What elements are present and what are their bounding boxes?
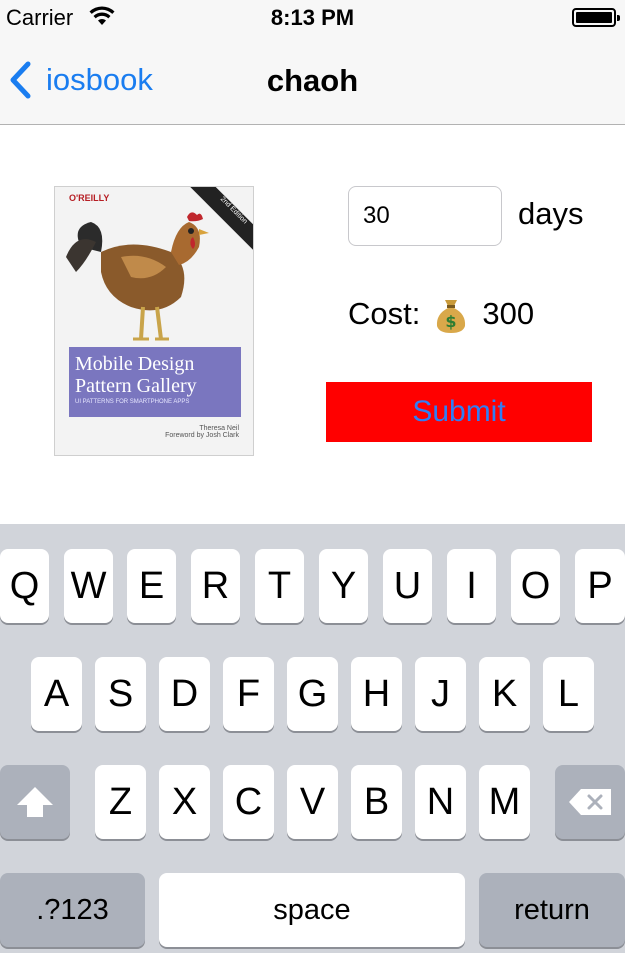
key-y[interactable]: Y	[319, 549, 368, 623]
key-v[interactable]: V	[287, 765, 338, 839]
key-g[interactable]: G	[287, 657, 338, 731]
key-d[interactable]: D	[159, 657, 210, 731]
key-b[interactable]: B	[351, 765, 402, 839]
book-subtitle: UI PATTERNS FOR SMARTPHONE APPS	[75, 399, 190, 405]
svg-text:$: $	[446, 312, 457, 331]
navigation-bar: iosbook chaoh	[0, 36, 625, 125]
key-l[interactable]: L	[543, 657, 594, 731]
delete-icon	[569, 789, 611, 815]
key-o[interactable]: O	[511, 549, 560, 623]
status-bar: Carrier 8:13 PM	[0, 0, 625, 36]
book-publisher: O'REILLY	[69, 193, 110, 203]
keyboard: Q W E R T Y U I O P A S D F G H J K L Z …	[0, 524, 625, 953]
key-s[interactable]: S	[95, 657, 146, 731]
book-foreword: Foreword by Josh Clark	[165, 432, 239, 439]
book-cover-image: O'REILLY 2nd Edition Mobile Design Patte…	[54, 186, 254, 456]
key-m[interactable]: M	[479, 765, 530, 839]
key-u[interactable]: U	[383, 549, 432, 623]
book-author: Theresa Neil	[199, 425, 239, 432]
key-j[interactable]: J	[415, 657, 466, 731]
days-label: days	[518, 196, 584, 231]
days-input[interactable]	[348, 186, 502, 246]
cost-label: Cost:	[348, 296, 421, 331]
shift-key[interactable]	[0, 765, 70, 839]
numbers-key[interactable]: .?123	[0, 873, 145, 947]
key-x[interactable]: X	[159, 765, 210, 839]
key-z[interactable]: Z	[95, 765, 146, 839]
key-w[interactable]: W	[64, 549, 113, 623]
key-p[interactable]: P	[575, 549, 625, 623]
numbers-key-label: .?123	[36, 893, 109, 926]
key-e[interactable]: E	[127, 549, 176, 623]
book-title-band: Mobile Design Pattern Gallery UI PATTERN…	[69, 347, 241, 417]
key-r[interactable]: R	[191, 549, 240, 623]
delete-key[interactable]	[555, 765, 625, 839]
key-a[interactable]: A	[31, 657, 82, 731]
key-c[interactable]: C	[223, 765, 274, 839]
battery-full-icon	[572, 8, 620, 27]
shift-icon	[17, 787, 53, 817]
rooster-illustration	[66, 212, 209, 341]
key-i[interactable]: I	[447, 549, 496, 623]
key-t[interactable]: T	[255, 549, 304, 623]
return-key-label: return	[514, 893, 590, 926]
space-key-label: space	[273, 893, 351, 926]
cost-row: Cost: $ 300	[348, 294, 534, 334]
money-bag-icon: $	[437, 300, 466, 333]
key-q[interactable]: Q	[0, 549, 49, 623]
key-f[interactable]: F	[223, 657, 274, 731]
page-title: chaoh	[266, 63, 359, 98]
submit-button[interactable]: Submit	[326, 382, 592, 442]
return-key[interactable]: return	[479, 873, 625, 947]
book-title: Mobile Design Pattern Gallery	[75, 353, 197, 397]
clock: 8:13 PM	[270, 5, 355, 30]
cost-value: 300	[482, 296, 535, 331]
key-k[interactable]: K	[479, 657, 530, 731]
key-n[interactable]: N	[415, 765, 466, 839]
key-h[interactable]: H	[351, 657, 402, 731]
space-key[interactable]: space	[159, 873, 465, 947]
